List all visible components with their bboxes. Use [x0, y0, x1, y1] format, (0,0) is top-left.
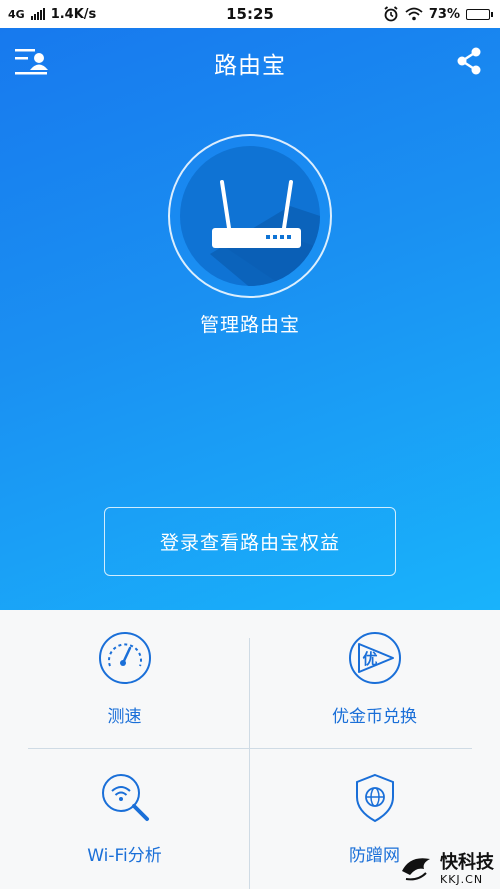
wifi-analysis-tile[interactable]: Wi-Fi分析	[0, 749, 249, 888]
watermark-logo: 快科技 KKJ.CN	[400, 853, 494, 885]
share-button[interactable]	[454, 46, 484, 76]
alarm-icon	[384, 6, 398, 22]
router-button[interactable]	[168, 134, 332, 298]
battery-icon	[466, 8, 493, 20]
wifi-analysis-label: Wi-Fi分析	[87, 846, 162, 866]
status-right: 73%	[383, 6, 493, 22]
coin-badge-text: 优	[362, 650, 377, 668]
coin-exchange-icon: 优	[349, 632, 401, 684]
router-icon	[210, 180, 320, 286]
signal-icon	[30, 8, 45, 20]
status-bar: 4G 1.4K/s 15:25 73%	[0, 0, 500, 28]
page-title: 路由宝	[214, 53, 286, 79]
coin-exchange-tile[interactable]: 优 优金币兑换	[250, 610, 499, 749]
shield-globe-icon	[356, 773, 394, 823]
battery-percent: 73%	[428, 6, 460, 22]
hero-section: 路由宝 管理路由宝 登录查看路由宝权益	[0, 28, 500, 610]
status-left: 4G 1.4K/s	[8, 7, 96, 22]
wifi-icon	[405, 7, 423, 21]
router-circle	[180, 146, 320, 286]
wifi-search-icon	[102, 774, 149, 821]
top-bar: 路由宝	[0, 28, 500, 90]
speed-test-tile[interactable]: 测速	[0, 610, 249, 749]
watermark-main: 快科技	[440, 851, 494, 873]
share-icon	[457, 47, 481, 75]
watermark-icon	[402, 858, 430, 881]
feature-grid: 测速 优 优金币兑换 Wi-Fi分析 防蹭网 快科技 KKJ.CN	[0, 610, 500, 889]
speed-test-label: 测速	[107, 707, 142, 727]
login-view-benefits-button[interactable]: 登录查看路由宝权益	[104, 507, 396, 576]
network-type: 4G	[8, 7, 25, 21]
coin-exchange-label: 优金币兑换	[332, 707, 417, 727]
manage-router-label[interactable]: 管理路由宝	[0, 310, 500, 337]
speedometer-icon	[99, 632, 151, 684]
network-speed: 1.4K/s	[50, 6, 97, 22]
watermark-sub: KKJ.CN	[440, 872, 484, 886]
